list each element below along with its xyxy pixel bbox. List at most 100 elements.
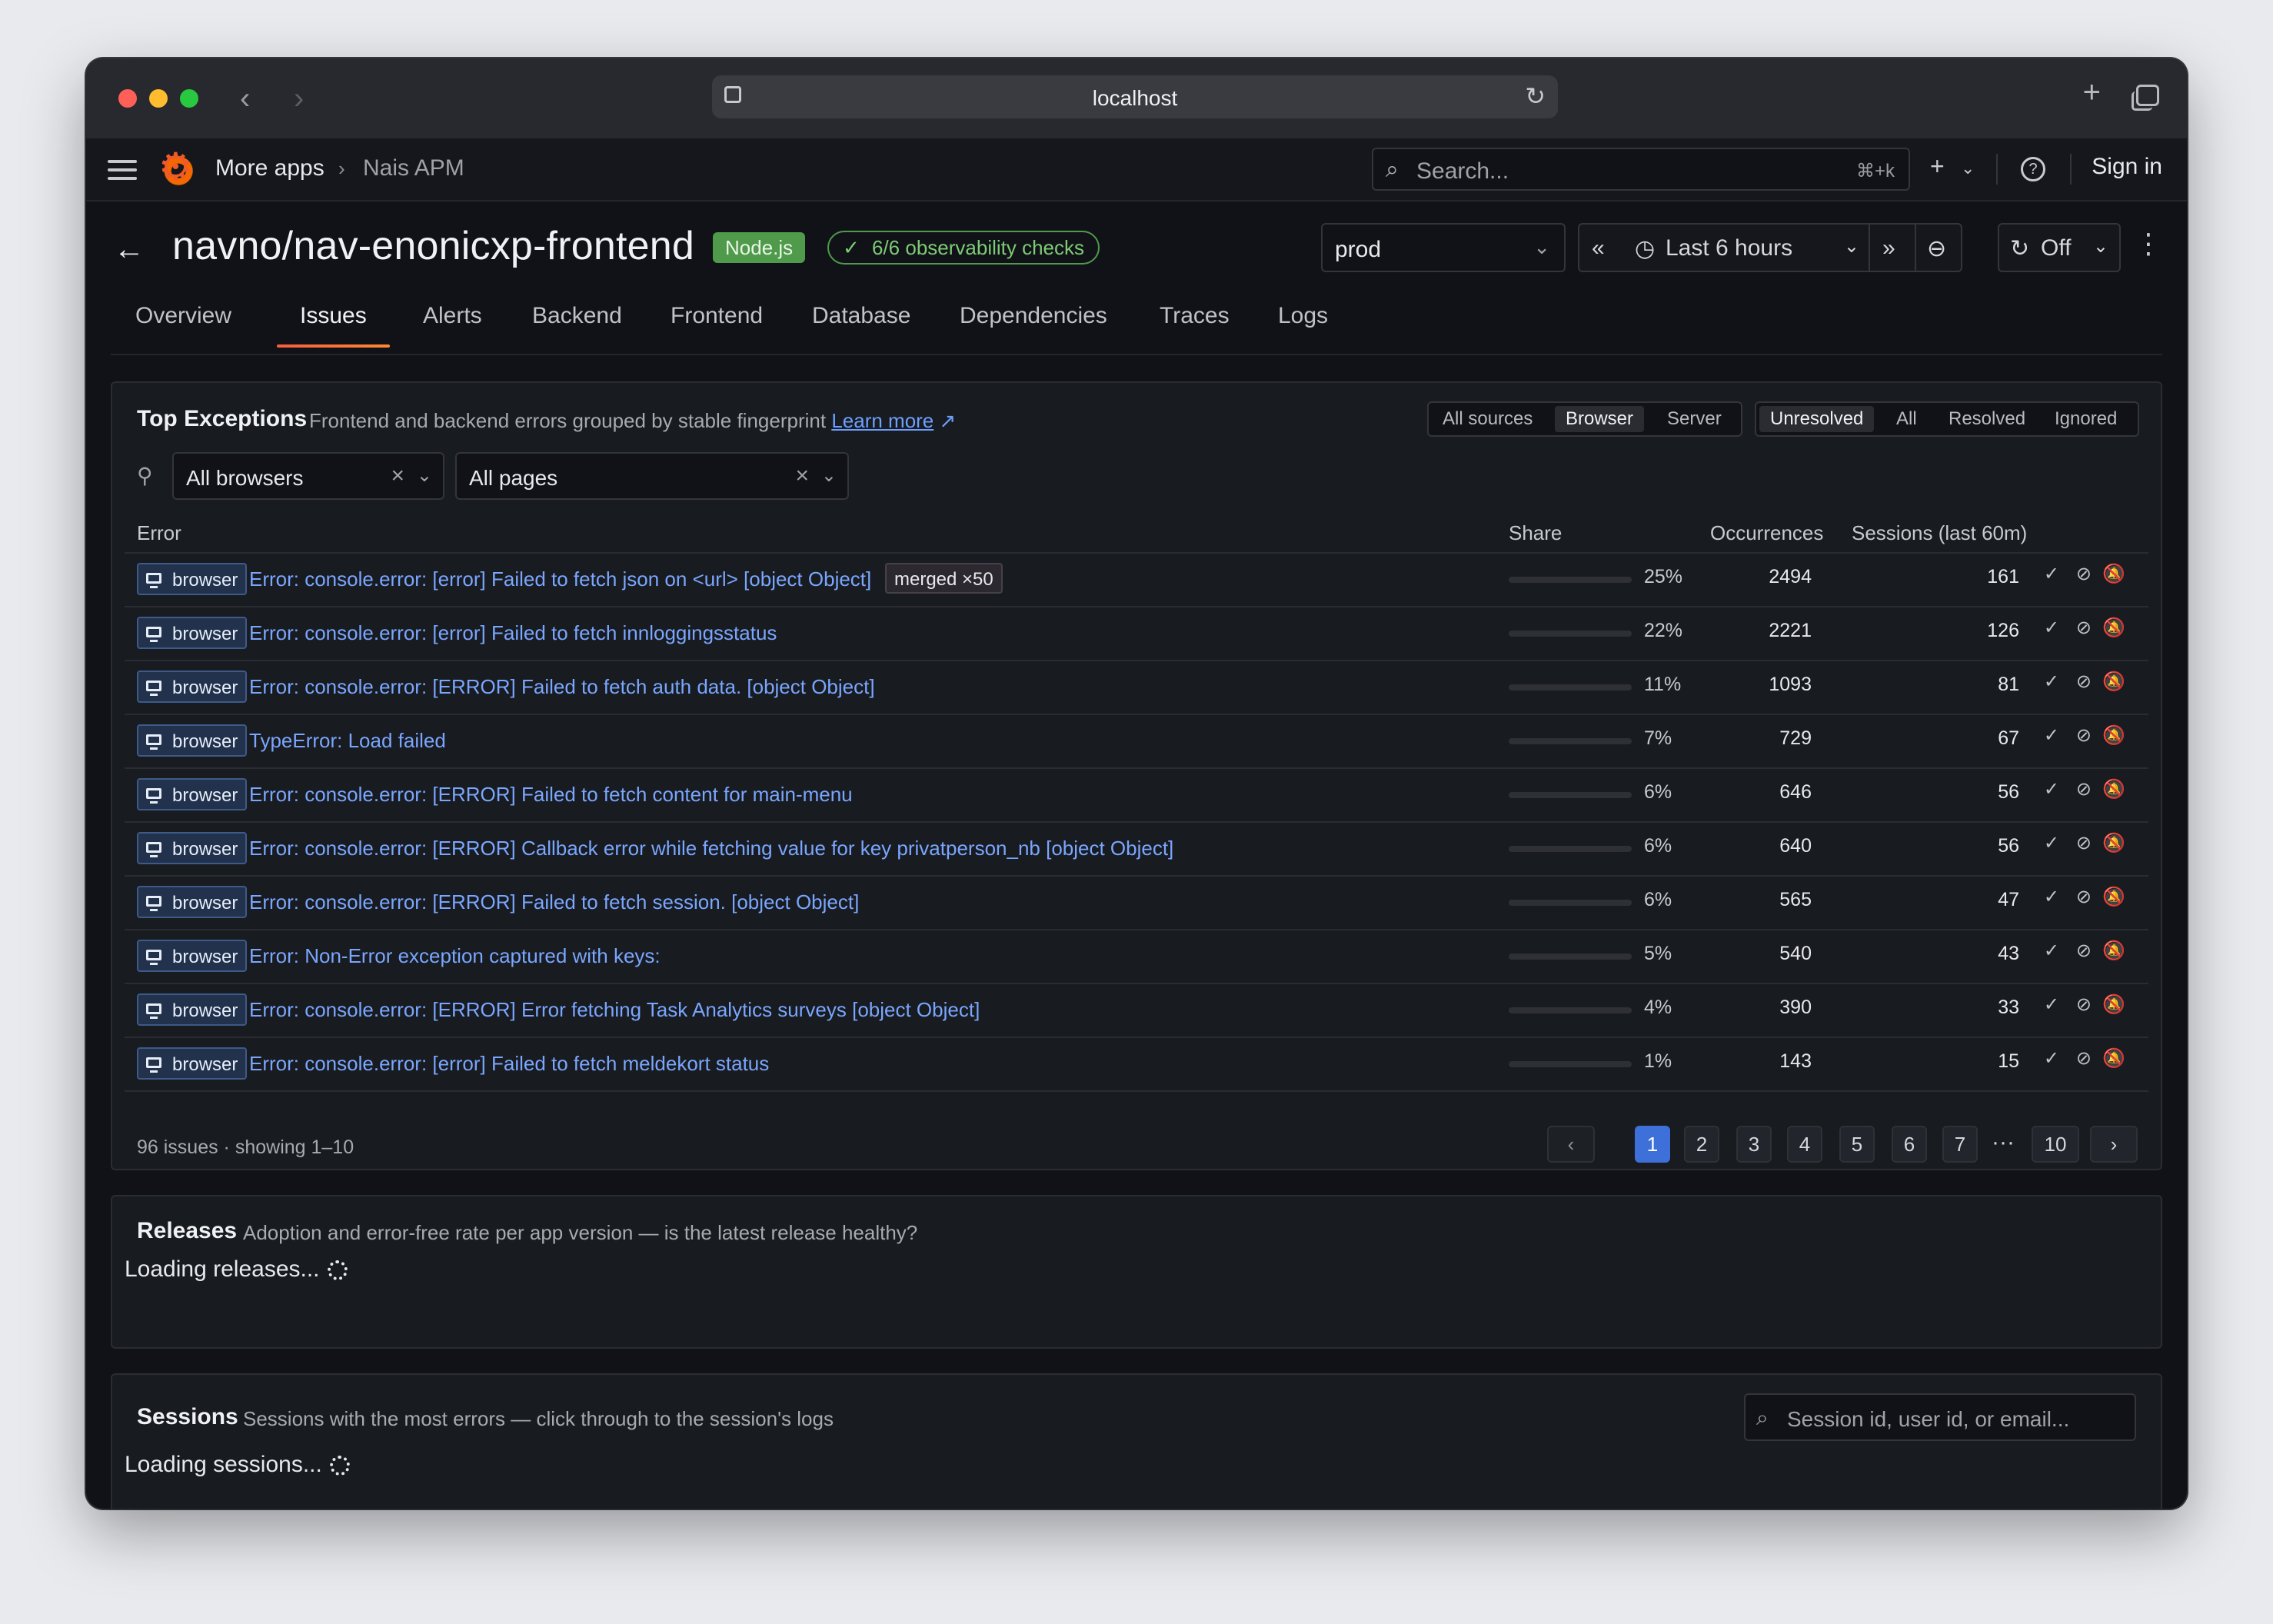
resolve-check-icon[interactable]: ✓ xyxy=(2044,778,2059,800)
status-option-resolved[interactable]: Resolved xyxy=(1938,406,2036,432)
table-row[interactable]: browser Error: console.error: [error] Fai… xyxy=(125,607,2148,661)
resolve-check-icon[interactable]: ✓ xyxy=(2044,940,2059,962)
column-occurrences[interactable]: Occurrences xyxy=(1710,521,1823,545)
resolve-check-icon[interactable]: ✓ xyxy=(2044,617,2059,639)
mute-bell-off-icon[interactable]: 🔕 xyxy=(2102,940,2125,962)
menu-icon[interactable] xyxy=(108,160,137,180)
mute-bell-off-icon[interactable]: 🔕 xyxy=(2102,778,2125,800)
page-button-5[interactable]: 5 xyxy=(1839,1126,1875,1163)
tab-frontend[interactable]: Frontend xyxy=(671,303,763,344)
mute-bell-off-icon[interactable]: 🔕 xyxy=(2102,563,2125,585)
page-button-10[interactable]: 10 xyxy=(2032,1126,2079,1163)
environment-select[interactable]: prod ⌄ xyxy=(1321,223,1566,272)
page-button-6[interactable]: 6 xyxy=(1892,1126,1927,1163)
ignore-eye-off-icon[interactable]: ⊘ xyxy=(2076,724,2092,747)
tab-traces[interactable]: Traces xyxy=(1160,303,1230,344)
column-share[interactable]: Share xyxy=(1509,521,1562,545)
column-sessions[interactable]: Sessions (last 60m) xyxy=(1852,521,2027,545)
time-range-picker[interactable]: ◷ Last 6 hours ⌄ xyxy=(1624,223,1870,272)
refresh-picker[interactable]: ↻ Off ⌄ xyxy=(1998,223,2121,272)
tab-dependencies[interactable]: Dependencies xyxy=(960,303,1107,344)
page-button-2[interactable]: 2 xyxy=(1684,1126,1719,1163)
grafana-logo[interactable] xyxy=(158,145,194,189)
resolve-check-icon[interactable]: ✓ xyxy=(2044,832,2059,854)
ignore-eye-off-icon[interactable]: ⊘ xyxy=(2076,993,2092,1016)
breadcrumb-more-apps[interactable]: More apps xyxy=(215,155,324,181)
page-button-7[interactable]: 7 xyxy=(1942,1126,1978,1163)
maximize-window-button[interactable] xyxy=(180,89,198,108)
ignore-eye-off-icon[interactable]: ⊘ xyxy=(2076,886,2092,908)
close-window-button[interactable] xyxy=(118,89,137,108)
resolve-check-icon[interactable]: ✓ xyxy=(2044,724,2059,747)
zoom-out-button[interactable]: ⊖ xyxy=(1915,223,1962,272)
page-button-4[interactable]: 4 xyxy=(1787,1126,1822,1163)
help-icon[interactable]: ? xyxy=(2021,157,2045,181)
source-option-all[interactable]: All sources xyxy=(1432,406,1543,432)
status-option-unresolved[interactable]: Unresolved xyxy=(1759,406,1875,432)
session-search-input[interactable]: ⌕ Session id, user id, or email... xyxy=(1744,1393,2136,1441)
observability-checks-badge[interactable]: ✓ 6/6 observability checks xyxy=(827,231,1100,265)
page-button-3[interactable]: 3 xyxy=(1736,1126,1772,1163)
error-message-link[interactable]: Error: console.error: [ERROR] Failed to … xyxy=(249,783,853,807)
mute-bell-off-icon[interactable]: 🔕 xyxy=(2102,832,2125,854)
tab-backend[interactable]: Backend xyxy=(532,303,622,344)
page-filter-select[interactable]: All pages × ⌄ xyxy=(455,452,849,500)
resolve-check-icon[interactable]: ✓ xyxy=(2044,563,2059,585)
mute-bell-off-icon[interactable]: 🔕 xyxy=(2102,993,2125,1016)
table-row[interactable]: browser TypeError: Load failed 7% 729 67 ✓ ⊘ 🔕 xyxy=(125,715,2148,769)
error-message-link[interactable]: Error: console.error: [error] Failed to … xyxy=(249,1052,769,1076)
table-row[interactable]: browser Error: console.error: [ERROR] Fai… xyxy=(125,661,2148,715)
source-option-browser[interactable]: Browser xyxy=(1555,406,1645,432)
table-row[interactable]: browser Error: console.error: [error] Fai… xyxy=(125,554,2148,607)
shift-time-forward-button[interactable]: » xyxy=(1869,223,1916,272)
table-row[interactable]: browser Error: console.error: [ERROR] Fai… xyxy=(125,769,2148,823)
page-button-1[interactable]: 1 xyxy=(1635,1126,1670,1163)
mute-bell-off-icon[interactable]: 🔕 xyxy=(2102,617,2125,639)
resolve-check-icon[interactable]: ✓ xyxy=(2044,886,2059,908)
table-row[interactable]: browser Error: console.error: [ERROR] Cal… xyxy=(125,823,2148,877)
resolve-check-icon[interactable]: ✓ xyxy=(2044,671,2059,693)
ignore-eye-off-icon[interactable]: ⊘ xyxy=(2076,563,2092,585)
error-message-link[interactable]: TypeError: Load failed xyxy=(249,729,446,753)
status-option-ignored[interactable]: Ignored xyxy=(2044,406,2128,432)
more-options-icon[interactable]: ⋮ xyxy=(2135,228,2162,260)
minimize-window-button[interactable] xyxy=(149,89,168,108)
mute-bell-off-icon[interactable]: 🔕 xyxy=(2102,886,2125,908)
back-arrow-icon[interactable]: ← xyxy=(114,232,145,267)
ignore-eye-off-icon[interactable]: ⊘ xyxy=(2076,778,2092,800)
next-page-button[interactable]: › xyxy=(2090,1126,2138,1163)
tab-overview-icon[interactable] xyxy=(2132,85,2159,111)
address-bar[interactable]: localhost ↻ xyxy=(712,75,1558,118)
back-nav-icon[interactable]: ‹ xyxy=(240,80,250,117)
reload-icon[interactable]: ↻ xyxy=(1525,82,1546,111)
clear-icon[interactable]: × xyxy=(795,463,809,489)
tab-database[interactable]: Database xyxy=(812,303,910,344)
shift-time-back-button[interactable]: « xyxy=(1578,223,1626,272)
table-row[interactable]: browser Error: console.error: [ERROR] Err… xyxy=(125,984,2148,1038)
mute-bell-off-icon[interactable]: 🔕 xyxy=(2102,724,2125,747)
error-message-link[interactable]: Error: console.error: [ERROR] Error fetc… xyxy=(249,998,980,1022)
table-row[interactable]: browser Error: console.error: [error] Fai… xyxy=(125,1038,2148,1092)
new-tab-icon[interactable]: + xyxy=(2083,75,2101,110)
error-message-link[interactable]: Error: console.error: [ERROR] Failed to … xyxy=(249,675,875,699)
error-message-link[interactable]: Error: console.error: [error] Failed to … xyxy=(249,567,871,591)
ignore-eye-off-icon[interactable]: ⊘ xyxy=(2076,832,2092,854)
resolve-check-icon[interactable]: ✓ xyxy=(2044,1047,2059,1070)
table-row[interactable]: browser Error: console.error: [ERROR] Fai… xyxy=(125,877,2148,930)
column-error[interactable]: Error xyxy=(137,521,181,545)
tab-logs[interactable]: Logs xyxy=(1278,303,1328,344)
status-option-all[interactable]: All xyxy=(1885,406,1928,432)
clear-icon[interactable]: × xyxy=(391,463,404,489)
ignore-eye-off-icon[interactable]: ⊘ xyxy=(2076,671,2092,693)
sign-in-link[interactable]: Sign in xyxy=(2092,154,2162,180)
browser-filter-select[interactable]: All browsers × ⌄ xyxy=(172,452,444,500)
error-message-link[interactable]: Error: console.error: [ERROR] Failed to … xyxy=(249,890,859,914)
forward-nav-icon[interactable]: › xyxy=(294,80,304,117)
global-search-input[interactable]: ⌕ Search... ⌘+k xyxy=(1372,148,1910,191)
source-option-server[interactable]: Server xyxy=(1656,406,1732,432)
error-message-link[interactable]: Error: Non-Error exception captured with… xyxy=(249,944,661,968)
mute-bell-off-icon[interactable]: 🔕 xyxy=(2102,671,2125,693)
tab-alerts[interactable]: Alerts xyxy=(423,303,482,344)
add-icon[interactable]: + xyxy=(1930,152,1945,181)
ignore-eye-off-icon[interactable]: ⊘ xyxy=(2076,940,2092,962)
